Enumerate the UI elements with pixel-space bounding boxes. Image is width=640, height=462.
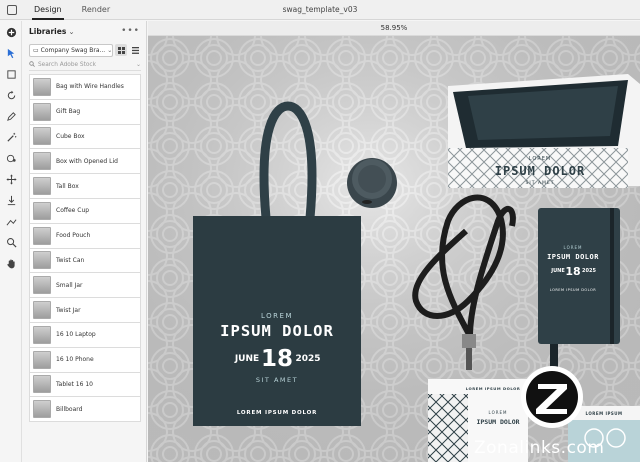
notebook-lorem: LOREM: [564, 245, 583, 250]
folder-icon: ▭: [33, 46, 39, 54]
search-icon: [29, 60, 35, 69]
library-item-label: 16 10 Phone: [56, 356, 94, 364]
libraries-title[interactable]: Libraries ⌄: [29, 27, 75, 36]
libraries-title-label: Libraries: [29, 26, 67, 36]
watermark-text: Zonalinks.com: [474, 438, 605, 458]
library-item-label: Twist Can: [56, 256, 85, 264]
library-item[interactable]: Bag with Wire Handles: [29, 74, 141, 100]
library-item-thumbnail: [33, 276, 51, 295]
hand-icon[interactable]: [4, 256, 18, 270]
library-item[interactable]: Tall Box: [29, 173, 141, 199]
library-item-thumbnail: [33, 177, 51, 196]
library-row: ▭ Company Swag Bra... ⌄: [29, 43, 141, 57]
chevron-down-icon: ⌄: [107, 46, 113, 54]
library-item-label: Small Jar: [56, 281, 83, 289]
tote-year: 2025: [295, 354, 320, 364]
library-item-thumbnail: [33, 375, 51, 394]
paint-icon[interactable]: [4, 151, 18, 165]
library-select[interactable]: ▭ Company Swag Bra... ⌄: [29, 43, 113, 57]
grid-view-icon[interactable]: [115, 44, 127, 56]
tote-month: JUNE: [234, 354, 259, 364]
notebook-headline: IPSUM DOLOR: [547, 253, 599, 261]
library-item-label: Coffee Cup: [56, 207, 90, 215]
notebook-month: JUNE: [550, 268, 565, 274]
library-item-thumbnail: [33, 127, 51, 146]
library-item-thumbnail: [33, 325, 51, 344]
notebook-footer: LOREM IPSUM DOLOR: [550, 288, 596, 292]
library-item[interactable]: Twist Can: [29, 247, 141, 274]
bag-lorem: LOREM: [529, 156, 552, 162]
library-item-thumbnail: [33, 102, 51, 121]
library-item[interactable]: Cube Box: [29, 123, 141, 150]
library-item-thumbnail: [33, 301, 51, 320]
stock-search[interactable]: Search Adobe Stock ⌄: [29, 59, 141, 71]
tote-footer: LOREM IPSUM DOLOR: [237, 410, 317, 416]
library-item[interactable]: Billboard: [29, 396, 141, 423]
more-icon[interactable]: •••: [121, 26, 140, 36]
library-item-label: Food Pouch: [56, 232, 91, 240]
tote-sit-amet: SIT AMET: [256, 376, 298, 384]
home-icon[interactable]: [0, 0, 24, 20]
library-item-thumbnail: [33, 251, 51, 270]
magic-wand-icon[interactable]: [4, 130, 18, 144]
library-item[interactable]: Small Jar: [29, 272, 141, 299]
watermark: Zonalinks.com: [474, 362, 640, 462]
library-items: Bag with Wire Handles Gift Bag Cube Box Box…: [29, 74, 141, 423]
library-item-thumbnail: [33, 77, 51, 96]
rotate-icon[interactable]: [4, 88, 18, 102]
library-item-thumbnail: [33, 400, 51, 419]
library-item[interactable]: Tablet 16 10: [29, 371, 141, 398]
library-item-thumbnail: [33, 350, 51, 369]
library-item-label: 16 10 Laptop: [56, 331, 96, 339]
library-item[interactable]: 16 10 Laptop: [29, 321, 141, 348]
tab-design[interactable]: Design: [24, 0, 72, 20]
add-icon[interactable]: [4, 25, 18, 39]
search-placeholder: Search Adobe Stock: [38, 61, 96, 68]
zoom-level[interactable]: 58.95%: [148, 21, 640, 36]
library-item-thumbnail: [33, 152, 51, 171]
library-item-label: Gift Bag: [56, 108, 81, 116]
left-toolbar: [0, 21, 22, 462]
bag-headline: IPSUM DOLOR: [495, 164, 585, 178]
library-item[interactable]: Food Pouch: [29, 222, 141, 249]
download-icon[interactable]: [4, 193, 18, 207]
tote-lorem: LOREM: [261, 312, 293, 320]
library-item-label: Twist Jar: [56, 306, 81, 314]
notebook-year: 2025: [582, 268, 596, 274]
app-window: Design Render swag_template_v03 Librarie…: [0, 0, 640, 462]
move-icon[interactable]: [4, 172, 18, 186]
library-item[interactable]: Coffee Cup: [29, 197, 141, 224]
library-item-label: Tall Box: [56, 182, 79, 190]
list-view-icon[interactable]: [129, 44, 141, 56]
tote-headline: IPSUM DOLOR: [220, 322, 334, 340]
library-item-thumbnail: [33, 201, 51, 220]
library-item[interactable]: 16 10 Phone: [29, 346, 141, 373]
library-item[interactable]: Box with Opened Lid: [29, 148, 141, 175]
chevron-down-icon: ⌄: [68, 26, 75, 36]
library-item-label: Tablet 16 10: [56, 380, 93, 388]
library-select-value: Company Swag Bra...: [40, 46, 106, 54]
pen-icon[interactable]: [4, 109, 18, 123]
tote-day: 18: [261, 346, 293, 372]
notebook-day: 18: [565, 265, 580, 278]
frame-icon[interactable]: [4, 67, 18, 81]
zoom-icon[interactable]: [4, 235, 18, 249]
library-item[interactable]: Twist Jar: [29, 297, 141, 323]
library-item-label: Cube Box: [56, 132, 85, 140]
coffee-cup-lid[interactable]: [347, 158, 397, 208]
libraries-panel: Libraries ⌄ ••• ▭ Company Swag Bra... ⌄ S…: [23, 21, 147, 462]
bag-sub: SIT AMET: [526, 180, 555, 186]
library-item-thumbnail: [33, 226, 51, 245]
library-item-label: Billboard: [56, 405, 83, 413]
library-item-label: Bag with Wire Handles: [56, 83, 124, 91]
measure-icon[interactable]: [4, 214, 18, 228]
tab-render[interactable]: Render: [72, 0, 120, 20]
select-icon[interactable]: [4, 46, 18, 60]
document-title: swag_template_v03: [282, 5, 358, 14]
chevron-down-icon: ⌄: [135, 61, 141, 68]
library-item-label: Box with Opened Lid: [56, 157, 118, 165]
library-item[interactable]: Gift Bag: [29, 98, 141, 125]
shopping-bag[interactable]: LOREM IPSUM DOLOR SIT AMET: [448, 74, 640, 188]
